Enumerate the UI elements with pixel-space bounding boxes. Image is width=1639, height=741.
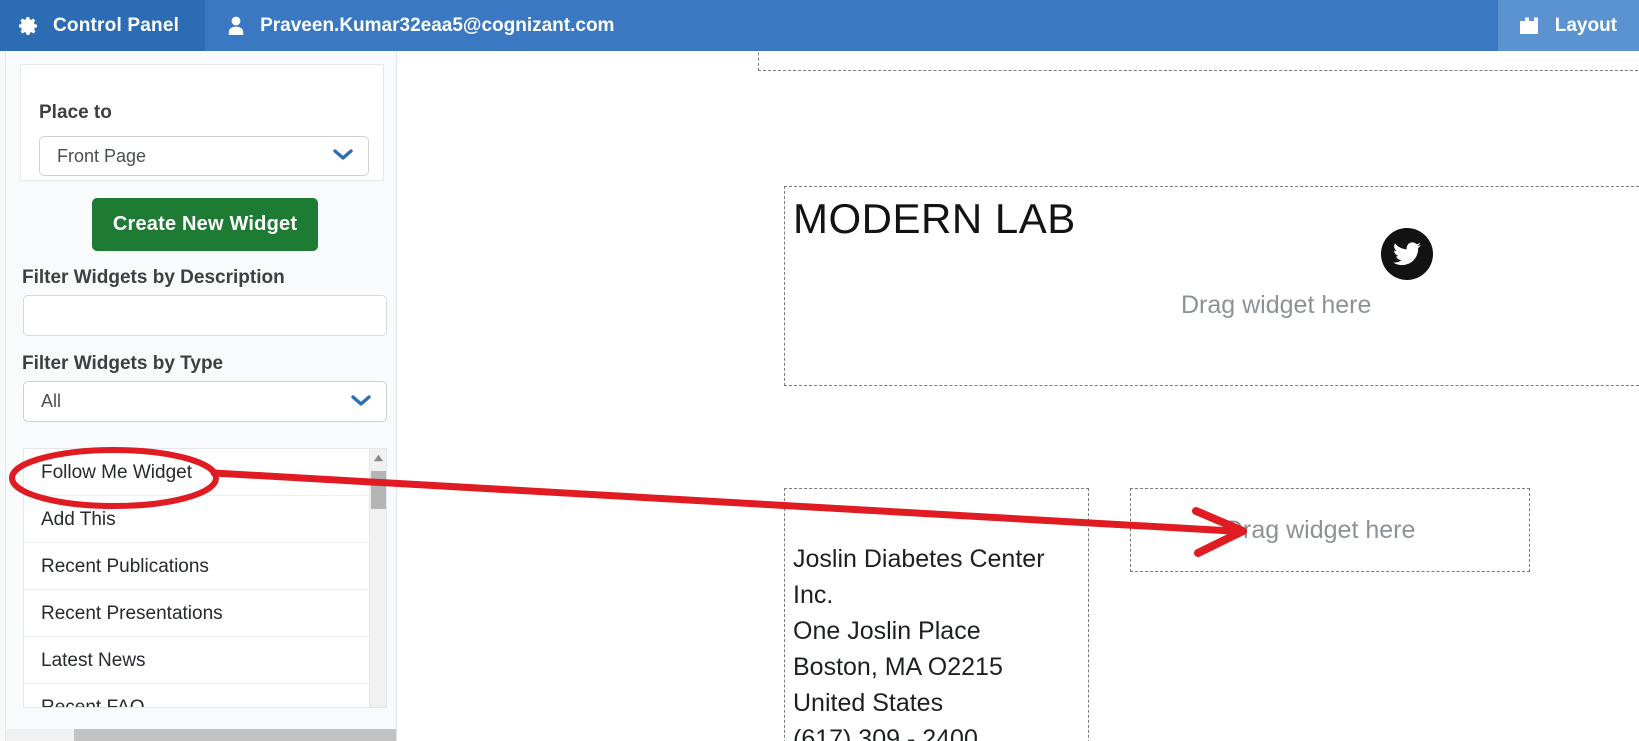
layout-blocks-icon <box>1518 15 1542 37</box>
dropzone-top[interactable] <box>758 51 1639 71</box>
filter-description-input[interactable] <box>23 295 387 336</box>
widget-list-item[interactable]: Recent FAQ <box>24 684 372 707</box>
address-line: Inc. <box>793 581 834 609</box>
control-panel-tab[interactable]: Control Panel <box>0 0 206 51</box>
scroll-up-arrow-icon[interactable] <box>370 449 386 466</box>
control-panel-page: Control Panel Praveen.Kumar32eaa5@cogniz… <box>0 0 1639 741</box>
widget-list-item[interactable]: Add This <box>24 496 372 543</box>
widget-list-item[interactable]: Recent Presentations <box>24 590 372 637</box>
brand-title: MODERN LAB <box>793 195 1076 242</box>
filter-type-selected-value: All <box>41 391 62 411</box>
place-to-label: Place to <box>39 102 112 123</box>
user-email-label: Praveen.Kumar32eaa5@cognizant.com <box>260 14 615 36</box>
gear-icon <box>16 14 40 38</box>
address-line: United States <box>793 689 944 717</box>
control-panel-label: Control Panel <box>53 14 180 36</box>
widget-list-scroll-thumb[interactable] <box>371 471 386 509</box>
user-icon <box>225 14 247 38</box>
sidebar-inner: Place to Front Page Create New Widget Fi… <box>5 51 396 741</box>
place-to-selected-value: Front Page <box>57 145 147 166</box>
twitter-icon[interactable] <box>1381 228 1433 280</box>
layout-label: Layout <box>1554 14 1617 36</box>
widget-list: Follow Me Widget Add This Recent Publicati… <box>24 449 372 707</box>
widget-list-scrollbar[interactable] <box>369 449 386 707</box>
address-block: Joslin Diabetes Center Inc. One Joslin Pla… <box>793 541 1093 741</box>
top-navigation-bar: Control Panel Praveen.Kumar32eaa5@cogniz… <box>0 0 1639 51</box>
layout-tab[interactable]: Layout <box>1497 0 1639 51</box>
filter-description-label: Filter Widgets by Description <box>22 267 285 288</box>
drag-hint-right: Drag widget here <box>1225 516 1416 544</box>
chevron-down-icon <box>350 391 372 412</box>
user-account-tab[interactable]: Praveen.Kumar32eaa5@cognizant.com <box>205 0 636 51</box>
address-line: Boston, MA O2215 <box>793 653 1003 681</box>
address-line: One Joslin Place <box>793 617 981 645</box>
place-to-select[interactable]: Front Page <box>39 136 369 176</box>
place-to-panel: Place to Front Page <box>20 64 384 181</box>
filter-type-select[interactable]: All <box>23 381 387 422</box>
widget-list-item[interactable]: Follow Me Widget <box>24 449 372 496</box>
widget-list-container: Follow Me Widget Add This Recent Publicati… <box>23 448 387 708</box>
chevron-down-icon <box>332 146 354 167</box>
sidebar-horizontal-scrollbar[interactable] <box>6 729 396 741</box>
filter-type-label: Filter Widgets by Type <box>22 353 224 374</box>
page-layout-canvas: MODERN LAB Drag widget here Joslin Diabe… <box>397 51 1639 741</box>
drag-hint-header: Drag widget here <box>1181 291 1372 319</box>
create-new-widget-button[interactable]: Create New Widget <box>92 198 318 251</box>
address-line: (617) 309 - 2400 <box>793 725 978 741</box>
sidebar-horizontal-scroll-thumb[interactable] <box>74 729 396 741</box>
address-line: Joslin Diabetes Center <box>793 545 1045 573</box>
widget-list-item[interactable]: Latest News <box>24 637 372 684</box>
widget-list-item[interactable]: Recent Publications <box>24 543 372 590</box>
widget-sidebar: Place to Front Page Create New Widget Fi… <box>0 51 397 741</box>
